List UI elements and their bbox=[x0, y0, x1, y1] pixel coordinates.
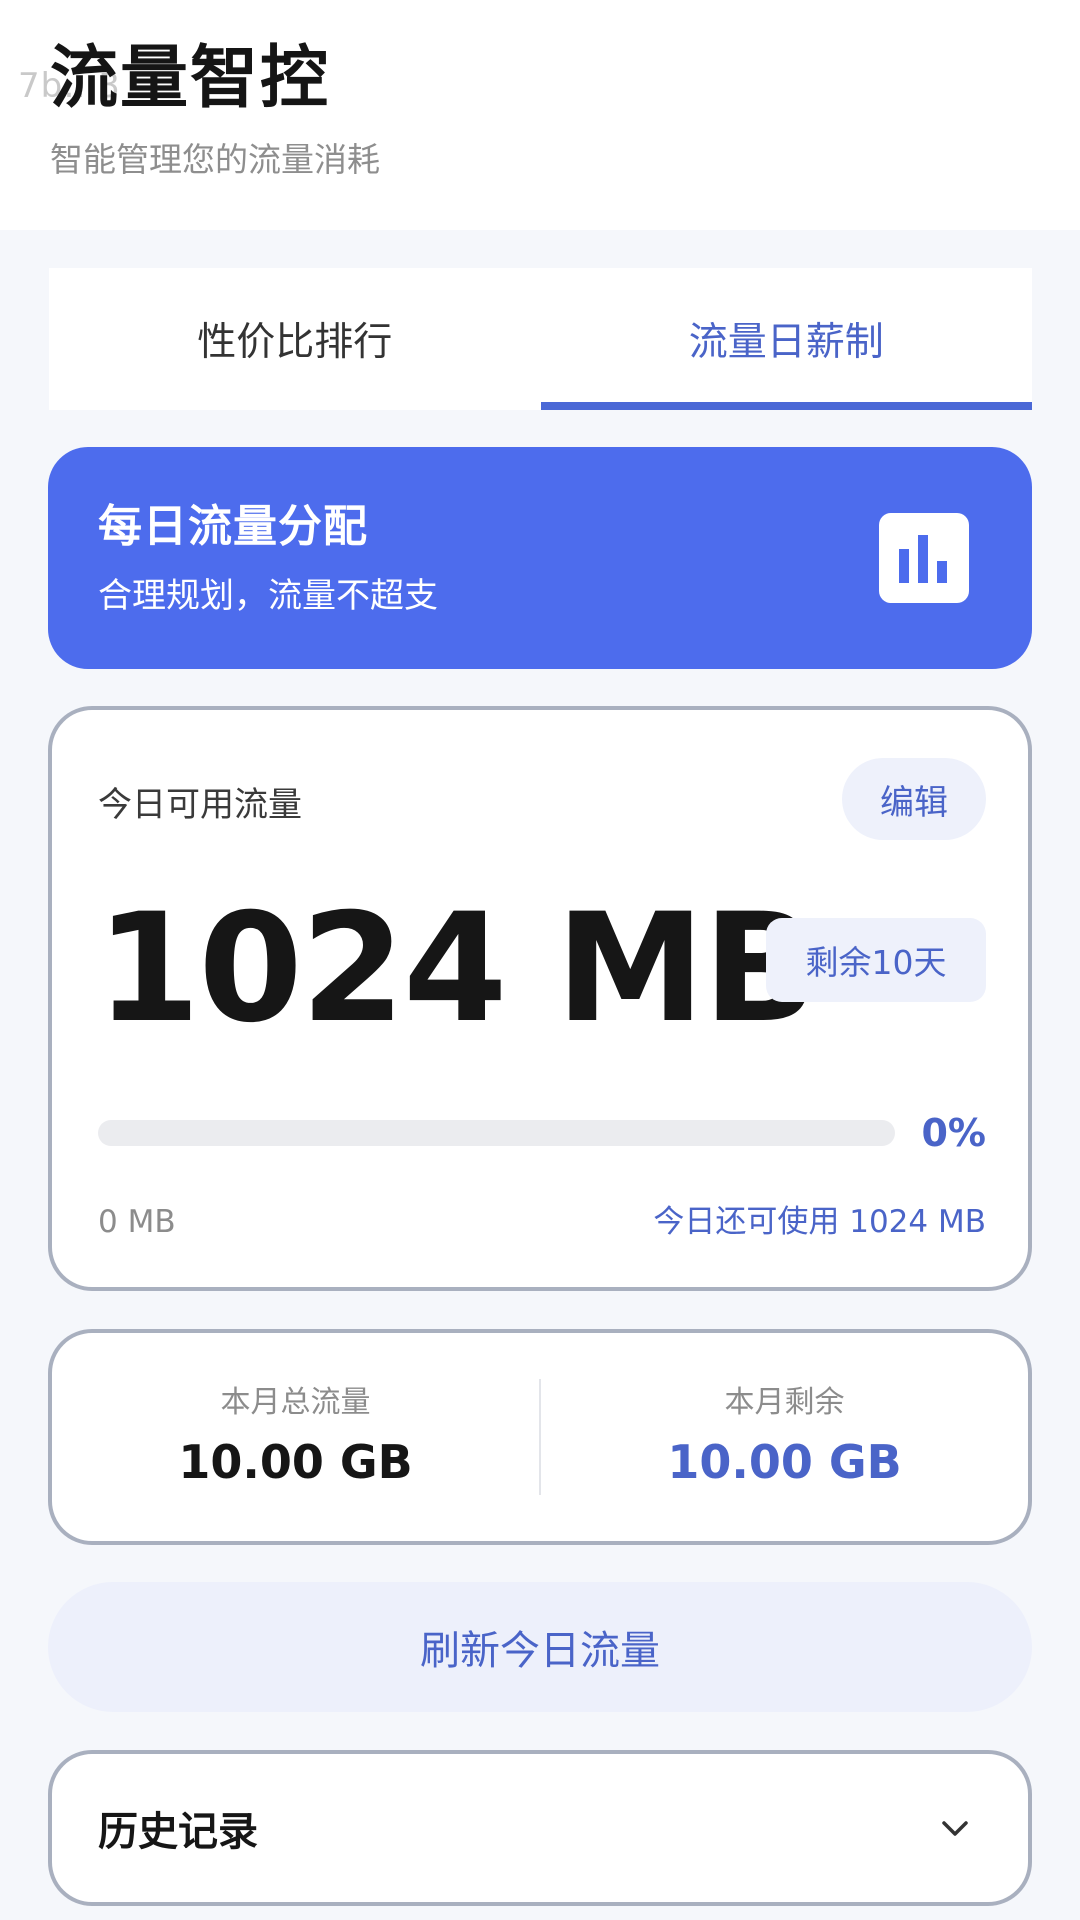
remaining-today-text: 今日还可使用 1024 MB bbox=[653, 1204, 986, 1240]
monthly-summary-card: 本月总流量 10.00 GB 本月剩余 10.00 GB bbox=[48, 1329, 1032, 1545]
banner-title: 每日流量分配 bbox=[98, 501, 368, 552]
today-traffic-card: 今日可用流量 编辑 1024 MB 剩余10天 0% 0 MB 今日还可使用 1… bbox=[48, 706, 1032, 1291]
banner-subtitle: 合理规划，流量不超支 bbox=[98, 576, 438, 616]
usage-progress-bar bbox=[98, 1120, 895, 1146]
monthly-remaining-value: 10.00 GB bbox=[667, 1435, 902, 1489]
tab-bar: 性价比排行 流量日薪制 bbox=[49, 268, 1032, 410]
app-title: 流量智控 bbox=[50, 39, 331, 118]
usage-percentage: 0% bbox=[921, 1111, 986, 1155]
monthly-remaining: 本月剩余 10.00 GB bbox=[541, 1333, 1028, 1541]
bar-chart-icon bbox=[879, 513, 969, 603]
today-available-label: 今日可用流量 bbox=[98, 785, 302, 825]
edit-button[interactable]: 编辑 bbox=[842, 758, 986, 840]
used-amount: 0 MB bbox=[98, 1204, 176, 1240]
monthly-total-value: 10.00 GB bbox=[178, 1435, 413, 1489]
daily-allocation-banner: 每日流量分配 合理规划，流量不超支 bbox=[48, 447, 1032, 669]
refresh-today-button[interactable]: 刷新今日流量 bbox=[48, 1582, 1032, 1712]
monthly-total: 本月总流量 10.00 GB bbox=[52, 1333, 539, 1541]
history-label: 历史记录 bbox=[98, 1809, 258, 1855]
monthly-total-label: 本月总流量 bbox=[220, 1385, 371, 1420]
app-header: 7b…3 流量智控 智能管理您的流量消耗 bbox=[0, 0, 1080, 230]
app-subtitle: 智能管理您的流量消耗 bbox=[50, 140, 380, 179]
monthly-remaining-label: 本月剩余 bbox=[724, 1385, 845, 1420]
today-available-amount: 1024 MB bbox=[96, 882, 817, 1056]
tab-value-ranking[interactable]: 性价比排行 bbox=[49, 268, 541, 410]
history-accordion[interactable]: 历史记录 bbox=[48, 1750, 1032, 1906]
tab-daily-allowance[interactable]: 流量日薪制 bbox=[540, 268, 1033, 410]
chevron-down-icon[interactable] bbox=[938, 1812, 972, 1850]
remaining-days-badge: 剩余10天 bbox=[766, 918, 986, 1002]
